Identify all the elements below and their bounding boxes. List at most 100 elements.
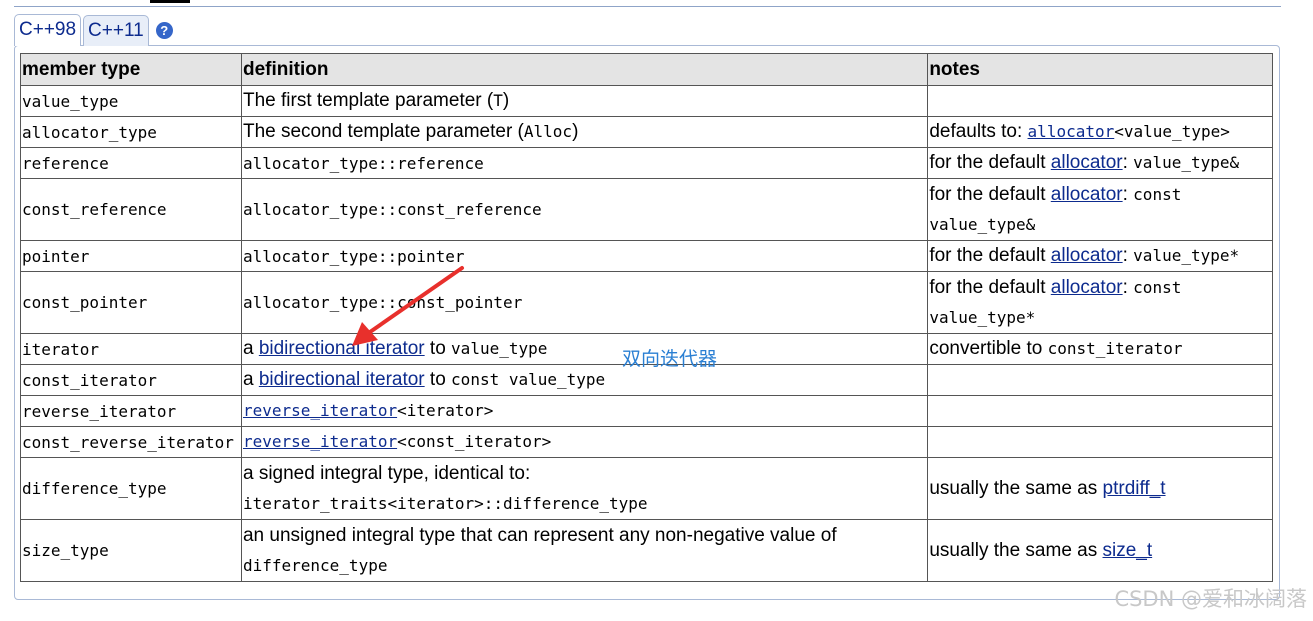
definition-text: an unsigned integral type that can repre… <box>242 524 837 546</box>
definition-cell: reverse_iterator<const_iterator> <box>240 426 929 458</box>
definition-code: T <box>493 91 503 110</box>
notes-cell: defaults to: allocator<value_type> <box>927 116 1273 148</box>
note-text: convertible to <box>929 338 1048 359</box>
note-text: for the default <box>929 245 1051 266</box>
definition-code: allocator_type::const_pointer <box>240 271 929 334</box>
note-code: value_type& <box>929 214 1036 234</box>
table-row: allocator_type The second template param… <box>20 116 1273 148</box>
definition-text: a <box>242 338 259 359</box>
note-code: value_type* <box>929 307 1036 327</box>
note-code: const <box>1133 184 1182 204</box>
notes-cell <box>927 426 1273 458</box>
member-name: const_reference <box>20 178 242 241</box>
table-row: reference allocator_type::reference for … <box>20 147 1273 179</box>
definition-code: Alloc <box>523 122 573 141</box>
table-row: size_type an unsigned integral type that… <box>20 519 1273 582</box>
definition-text: ) <box>572 121 579 142</box>
definition-cell: a signed integral type, identical to: ite… <box>240 457 929 520</box>
definition-code: const value_type <box>451 370 606 389</box>
definition-code: <iterator> <box>397 401 494 420</box>
header-definition: definition <box>240 53 929 86</box>
allocator-link[interactable]: allocator <box>1051 277 1123 298</box>
table-row: const_reverse_iterator reverse_iterator<… <box>20 426 1273 458</box>
definition-text: a signed integral type, identical to: <box>242 462 531 484</box>
definition-code: iterator_traits<iterator>::difference_ty… <box>242 493 648 513</box>
definition-text: a <box>242 369 259 390</box>
watermark: CSDN @爱和冰阔落 <box>1114 587 1307 611</box>
note-text: for the default <box>929 152 1051 173</box>
table-row: value_type The first template parameter … <box>20 85 1273 117</box>
allocator-link[interactable]: allocator <box>1051 245 1123 266</box>
header-notes: notes <box>927 53 1273 86</box>
bidirectional-iterator-link[interactable]: bidirectional iterator <box>259 369 425 390</box>
definition-cell: a bidirectional iterator to const value_… <box>240 364 929 396</box>
definition-code: difference_type <box>242 555 388 575</box>
notes-cell <box>927 364 1273 396</box>
allocator-link[interactable]: allocator <box>1051 184 1123 205</box>
table-row: const_reference allocator_type::const_re… <box>20 178 1273 241</box>
notes-cell: usually the same as ptrdiff_t <box>927 457 1273 520</box>
table-row: const_pointer allocator_type::const_poin… <box>20 271 1273 334</box>
member-types-table: member type definition notes value_type … <box>20 53 1273 582</box>
member-name: reverse_iterator <box>20 395 242 427</box>
note-text: usually the same as <box>929 477 1103 499</box>
heading-fragment <box>150 0 190 3</box>
member-name: const_pointer <box>20 271 242 334</box>
member-name: value_type <box>20 85 242 117</box>
note-code: const_iterator <box>1047 339 1183 358</box>
note-code: const <box>1133 277 1182 297</box>
table-row: reverse_iterator reverse_iterator<iterat… <box>20 395 1273 427</box>
member-name: iterator <box>20 333 242 365</box>
notes-cell <box>927 395 1273 427</box>
definition-cell: The second template parameter (Alloc) <box>240 116 929 148</box>
question-mark-icon[interactable]: ? <box>155 22 173 39</box>
definition-code: allocator_type::reference <box>240 147 929 179</box>
note-text: for the default <box>929 183 1051 205</box>
table-row: pointer allocator_type::pointer for the … <box>20 240 1273 272</box>
definition-cell: The first template parameter (T) <box>240 85 929 117</box>
definition-text: The first template parameter ( <box>242 90 494 111</box>
allocator-link[interactable]: allocator <box>1028 122 1115 141</box>
reverse-iterator-link[interactable]: reverse_iterator <box>243 432 397 451</box>
definition-code: value_type <box>451 339 548 358</box>
allocator-link[interactable]: allocator <box>1051 152 1123 173</box>
definition-code: allocator_type::const_reference <box>240 178 929 241</box>
notes-cell: usually the same as size_t <box>927 519 1273 582</box>
definition-cell: an unsigned integral type that can repre… <box>240 519 929 582</box>
annotation-label: 双向迭代器 <box>622 348 718 370</box>
tab-cpp98[interactable]: C++98 <box>14 14 82 46</box>
table-row: difference_type a signed integral type, … <box>20 457 1273 520</box>
definition-code: <const_iterator> <box>397 432 552 451</box>
definition-text: to <box>424 338 452 359</box>
section-divider <box>14 6 1281 7</box>
note-text: : <box>1122 245 1134 266</box>
header-member-type: member type <box>20 53 242 86</box>
definition-code: allocator_type::pointer <box>240 240 929 272</box>
note-code: value_type* <box>1133 246 1240 265</box>
notes-cell: for the default allocator: const value_ty… <box>927 271 1273 334</box>
note-text: usually the same as <box>929 539 1103 561</box>
member-name: difference_type <box>20 457 242 520</box>
note-code: value_type& <box>1133 153 1240 172</box>
tab-cpp11[interactable]: C++11 <box>83 15 149 46</box>
note-text: : <box>1122 152 1134 173</box>
table-header-row: member type definition notes <box>20 53 1273 86</box>
definition-cell: reverse_iterator<iterator> <box>240 395 929 427</box>
size-t-link[interactable]: size_t <box>1103 540 1153 561</box>
note-text: : <box>1122 183 1134 205</box>
definition-text: ) <box>502 90 510 111</box>
member-name: reference <box>20 147 242 179</box>
note-text: : <box>1122 276 1134 298</box>
member-name: const_iterator <box>20 364 242 396</box>
member-name: pointer <box>20 240 242 272</box>
notes-cell <box>927 85 1273 117</box>
member-name: const_reverse_iterator <box>20 426 242 458</box>
notes-cell: for the default allocator: value_type& <box>927 147 1273 179</box>
ptrdiff-t-link[interactable]: ptrdiff_t <box>1103 478 1166 499</box>
notes-cell: for the default allocator: const value_ty… <box>927 178 1273 241</box>
member-name: allocator_type <box>20 116 242 148</box>
reverse-iterator-link[interactable]: reverse_iterator <box>243 401 397 420</box>
bidirectional-iterator-link[interactable]: bidirectional iterator <box>259 338 425 359</box>
definition-text: The second template parameter ( <box>242 121 524 142</box>
definition-cell: a bidirectional iterator to value_type <box>240 333 929 365</box>
